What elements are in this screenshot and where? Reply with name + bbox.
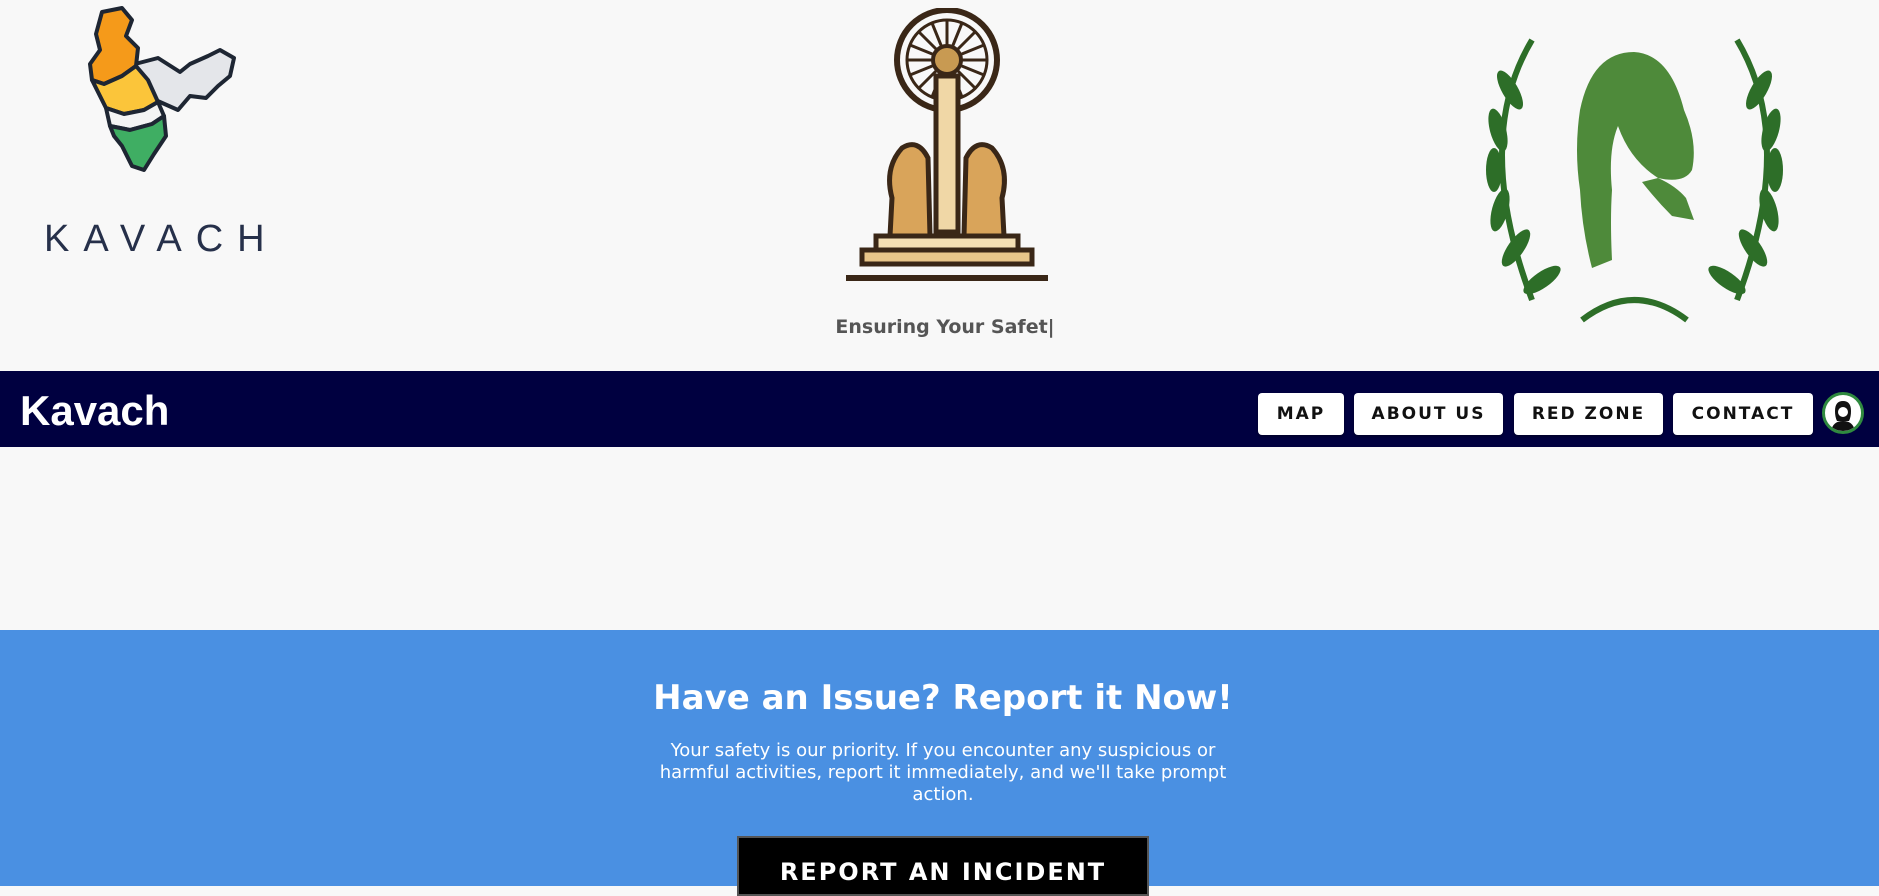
report-section: Have an Issue? Report it Now! Your safet…: [0, 630, 1879, 896]
ashoka-pillar-emblem: [832, 7, 1062, 284]
nav-about-us-button[interactable]: ABOUT US: [1354, 393, 1503, 435]
top-navbar: Kavach MAP ABOUT US RED ZONE CONTACT: [0, 371, 1879, 447]
report-heading: Have an Issue? Report it Now!: [653, 678, 1233, 718]
content-spacer: [0, 447, 1879, 630]
site-title[interactable]: Kavach: [20, 387, 169, 435]
woman-laurel-wreath-logo: [1462, 30, 1807, 330]
user-avatar-icon[interactable]: [1822, 392, 1864, 434]
nav-contact-button[interactable]: CONTACT: [1673, 393, 1813, 435]
nav-map-button[interactable]: MAP: [1258, 393, 1344, 435]
hero-section: KAVACH Ensuring Your Safet|: [0, 0, 1879, 371]
nav-red-zone-button[interactable]: RED ZONE: [1514, 393, 1663, 435]
brand-wordmark: KAVACH: [44, 218, 279, 260]
report-description: Your safety is our priority. If you enco…: [659, 740, 1227, 805]
report-incident-button[interactable]: REPORT AN INCIDENT: [737, 836, 1149, 896]
